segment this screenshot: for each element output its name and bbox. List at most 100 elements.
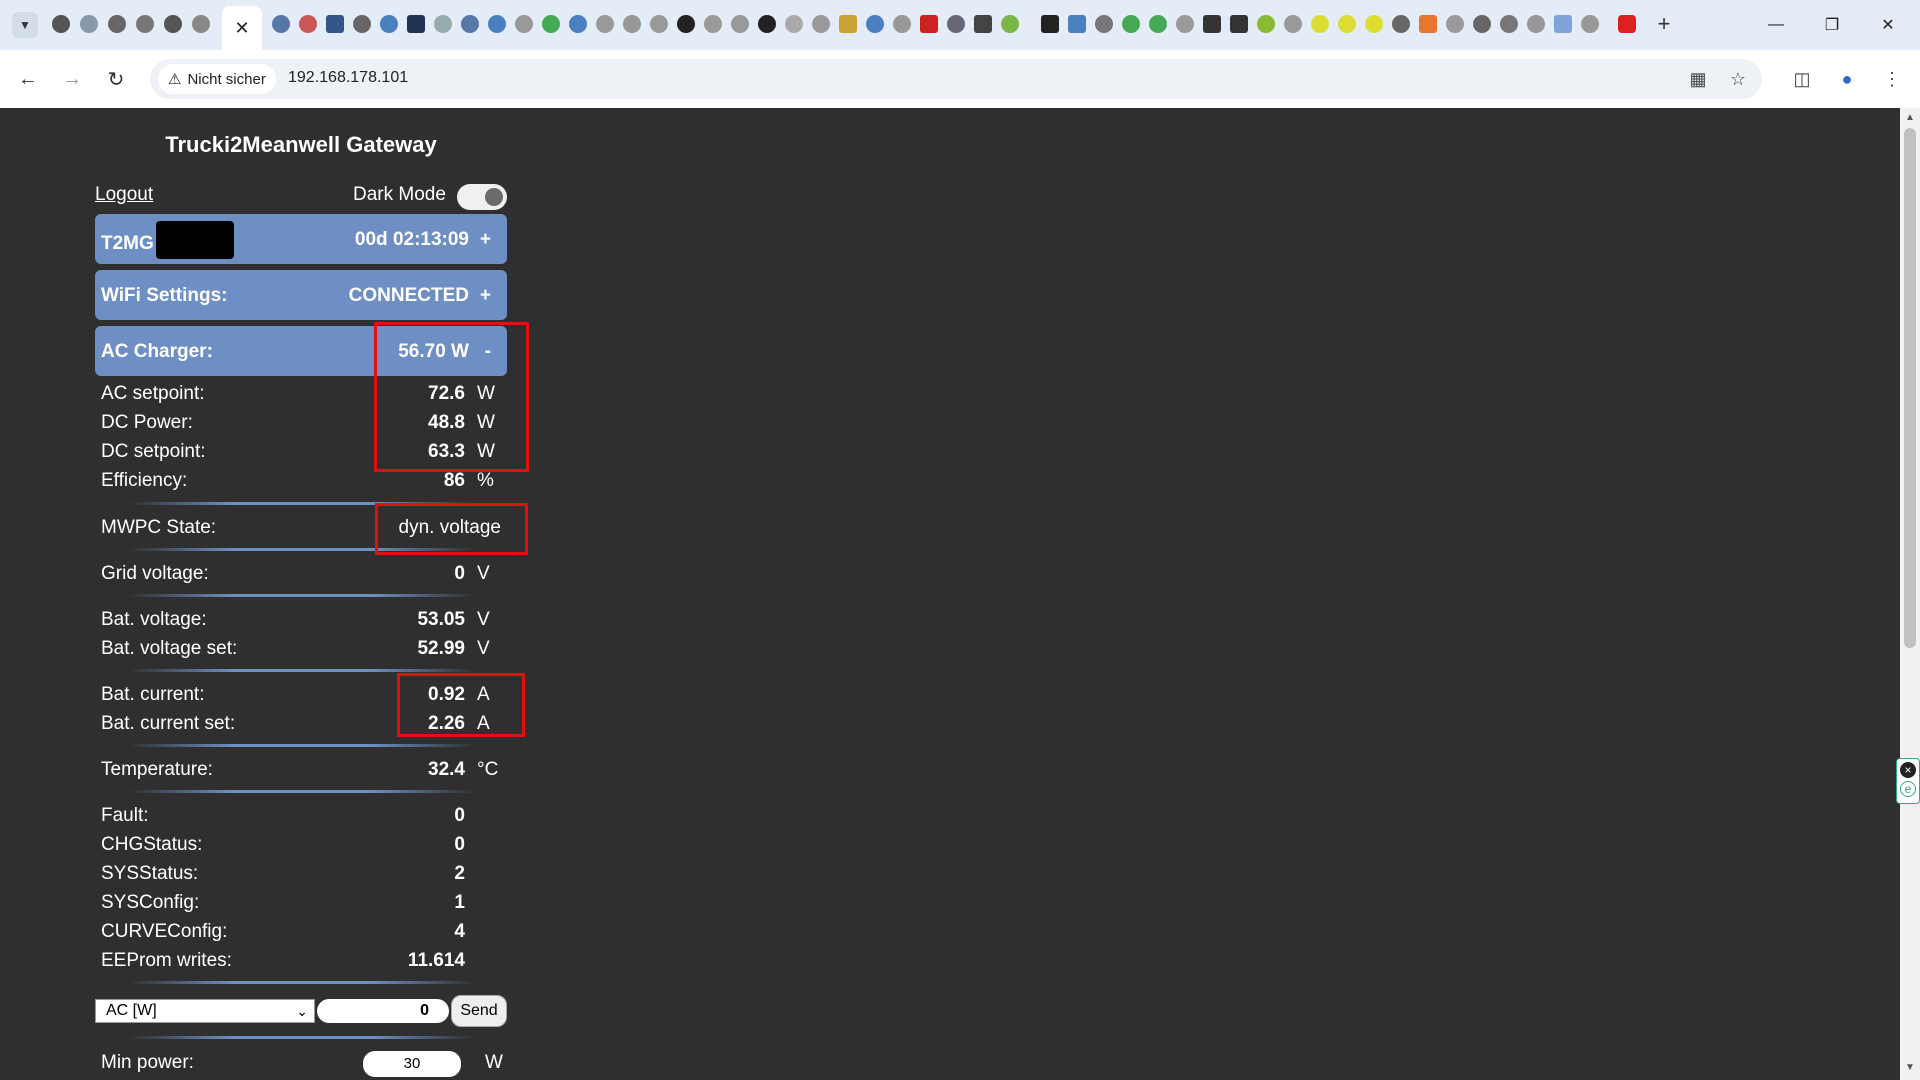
tab-favicon-icon[interactable] — [1041, 15, 1059, 33]
tab-favicon-icon[interactable] — [52, 15, 70, 33]
tab-favicon-icon[interactable] — [1338, 15, 1356, 33]
tab-favicon-icon[interactable] — [299, 15, 317, 33]
tab-favicon-icon[interactable] — [677, 15, 695, 33]
tab-favicon-icon[interactable] — [704, 15, 722, 33]
tab-favicon-icon[interactable] — [920, 15, 938, 33]
side-panel-icon[interactable]: ◫ — [1786, 63, 1818, 95]
tab-favicon-icon[interactable] — [1284, 15, 1302, 33]
tab-favicon-icon[interactable] — [136, 15, 154, 33]
address-bar[interactable]: ⚠ Nicht sicher 192.168.178.101 ▦ ☆ — [150, 59, 1762, 99]
tab-favicon-icon[interactable] — [1230, 15, 1248, 33]
tab-favicon-icon[interactable] — [1473, 15, 1491, 33]
url-text[interactable]: 192.168.178.101 — [288, 69, 408, 87]
extension-e-icon[interactable]: e — [1900, 781, 1916, 797]
page-scrollbar[interactable]: ▲ ▼ — [1900, 108, 1920, 1080]
expand-icon[interactable]: + — [480, 285, 491, 307]
highlight-box — [374, 322, 529, 472]
tab-search-chevron-icon[interactable]: ▼ — [12, 12, 38, 38]
tab-favicon-icon[interactable] — [1311, 15, 1329, 33]
active-tab[interactable]: ✕ — [222, 6, 262, 50]
profile-avatar-icon[interactable]: ● — [1831, 63, 1863, 95]
forward-arrow-icon[interactable]: → — [56, 63, 88, 95]
translate-icon[interactable]: ▦ — [1686, 67, 1710, 91]
tab-favicon-icon[interactable] — [1554, 15, 1572, 33]
tab-favicon-icon[interactable] — [1068, 15, 1086, 33]
logout-link[interactable]: Logout — [95, 184, 153, 206]
tab-favicon-icon[interactable] — [326, 15, 344, 33]
tab-favicon-icon[interactable] — [650, 15, 668, 33]
close-circle-icon[interactable]: × — [1900, 762, 1916, 778]
tab-favicon-icon[interactable] — [1095, 15, 1113, 33]
tab-favicon-icon[interactable] — [785, 15, 803, 33]
command-select[interactable]: AC [W] ⌄ — [95, 999, 315, 1023]
restore-button[interactable]: ❐ — [1809, 10, 1855, 40]
tab-favicon-icon[interactable] — [866, 15, 884, 33]
tab-favicon-icon[interactable] — [758, 15, 776, 33]
tab-favicon-icon[interactable] — [731, 15, 749, 33]
row-unit: V — [477, 638, 490, 659]
back-arrow-icon[interactable]: ← — [12, 63, 44, 95]
tab-favicon-icon[interactable] — [515, 15, 533, 33]
tab-favicon-icon[interactable] — [1527, 15, 1545, 33]
tab-favicon-icon[interactable] — [380, 15, 398, 33]
tab-favicon-icon[interactable] — [1122, 15, 1140, 33]
tab-favicon-icon[interactable] — [947, 15, 965, 33]
row-label: Min power: — [101, 1052, 194, 1073]
sysconfig-row: SYSConfig: 1 — [101, 892, 505, 918]
tab-close-icon[interactable]: ✕ — [234, 18, 249, 39]
extension-widget[interactable]: × e — [1896, 758, 1920, 804]
min-power-input[interactable]: 30 — [363, 1051, 461, 1077]
tab-favicon-icon[interactable] — [1392, 15, 1410, 33]
row-label: Bat. current set: — [101, 713, 236, 734]
device-section-header[interactable]: T2MG 00d 02:13:09 + — [95, 214, 507, 264]
tab-favicon-icon[interactable] — [1149, 15, 1167, 33]
tab-favicon-icon[interactable] — [1419, 15, 1437, 33]
scroll-up-arrow-icon[interactable]: ▲ — [1903, 112, 1917, 126]
tab-favicon-icon[interactable] — [353, 15, 371, 33]
tab-favicon-icon[interactable] — [1257, 15, 1275, 33]
tab-favicon-icon[interactable] — [192, 15, 210, 33]
scroll-down-arrow-icon[interactable]: ▼ — [1903, 1062, 1917, 1076]
tab-favicon-icon[interactable] — [164, 15, 182, 33]
tab-favicon-icon[interactable] — [839, 15, 857, 33]
tab-favicon-icon[interactable] — [1365, 15, 1383, 33]
tab-favicon-icon[interactable] — [596, 15, 614, 33]
menu-kebab-icon[interactable]: ⋮ — [1876, 63, 1908, 95]
command-value-input[interactable]: 0 — [317, 999, 449, 1023]
tab-favicon-icon[interactable] — [812, 15, 830, 33]
tab-favicon-icon[interactable] — [1001, 15, 1019, 33]
tab-favicon-icon[interactable] — [1500, 15, 1518, 33]
tab-favicon-icon[interactable] — [407, 15, 425, 33]
tab-favicon-icon[interactable] — [434, 15, 452, 33]
tab-favicon-icon[interactable] — [488, 15, 506, 33]
dark-mode-toggle[interactable] — [457, 184, 507, 210]
tab-favicon-icon[interactable] — [1618, 15, 1636, 33]
new-tab-button[interactable]: + — [1653, 11, 1675, 36]
row-label: SYSConfig: — [101, 892, 200, 913]
send-button[interactable]: Send — [451, 995, 507, 1027]
tab-favicon-icon[interactable] — [569, 15, 587, 33]
row-unit: V — [477, 609, 490, 630]
fault-row: Fault: 0 — [101, 805, 505, 831]
tab-favicon-icon[interactable] — [108, 15, 126, 33]
tab-favicon-icon[interactable] — [461, 15, 479, 33]
tab-favicon-icon[interactable] — [542, 15, 560, 33]
tab-favicon-icon[interactable] — [974, 15, 992, 33]
bookmark-star-icon[interactable]: ☆ — [1726, 67, 1750, 91]
minimize-button[interactable]: — — [1753, 10, 1799, 40]
wifi-section-header[interactable]: WiFi Settings: CONNECTED + — [95, 270, 507, 320]
tab-favicon-icon[interactable] — [1581, 15, 1599, 33]
security-chip[interactable]: ⚠ Nicht sicher — [158, 64, 276, 94]
tab-favicon-icon[interactable] — [80, 15, 98, 33]
tab-favicon-icon[interactable] — [623, 15, 641, 33]
tab-favicon-icon[interactable] — [1446, 15, 1464, 33]
expand-icon[interactable]: + — [480, 229, 491, 251]
dark-mode-label: Dark Mode — [353, 184, 446, 205]
tab-favicon-icon[interactable] — [893, 15, 911, 33]
tab-favicon-icon[interactable] — [272, 15, 290, 33]
reload-icon[interactable]: ↻ — [100, 63, 132, 95]
scroll-thumb[interactable] — [1904, 128, 1916, 648]
tab-favicon-icon[interactable] — [1203, 15, 1221, 33]
close-window-button[interactable]: ✕ — [1865, 10, 1911, 40]
tab-favicon-icon[interactable] — [1176, 15, 1194, 33]
